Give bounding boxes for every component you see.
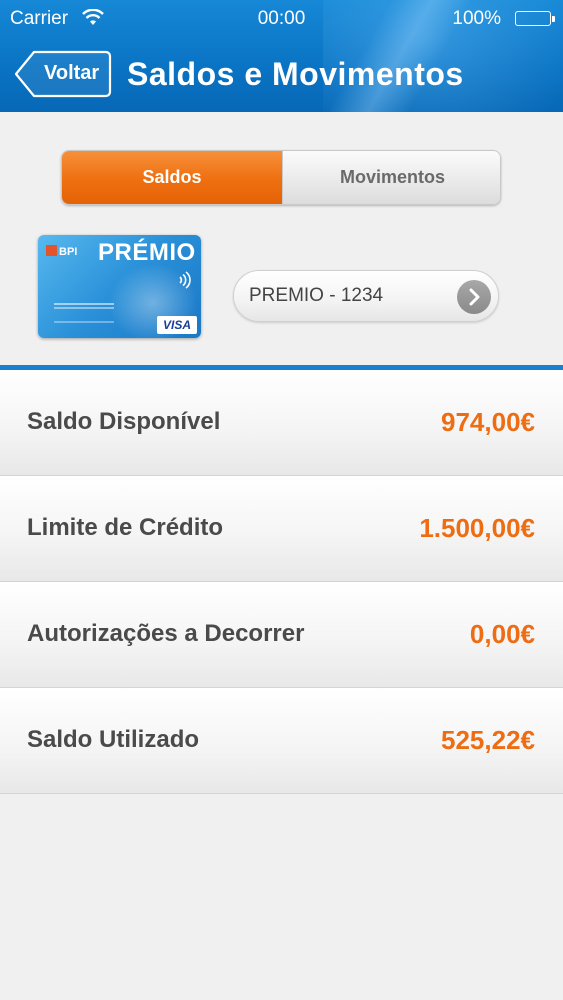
- account-selector-value: PREMIO - 1234: [249, 285, 384, 306]
- visa-logo: VISA: [156, 316, 197, 334]
- balance-value: 525,22€: [441, 725, 535, 755]
- balance-row-saldo-utilizado: Saldo Utilizado 525,22€: [0, 688, 563, 794]
- battery-icon: [515, 11, 555, 26]
- balance-label: Saldo Utilizado: [27, 726, 200, 753]
- back-button-label: Voltar: [44, 62, 100, 84]
- back-button[interactable]: Voltar: [14, 50, 112, 98]
- balance-label: Saldo Disponível: [27, 408, 221, 435]
- account-selector[interactable]: PREMIO - 1234: [233, 270, 499, 322]
- view-segmented-control: Saldos Movimentos: [61, 150, 501, 205]
- card-image: BPI PRÉMIO VISA: [38, 235, 201, 338]
- app-header: Carrier 00:00 100% Voltar Saldos e Movim…: [0, 0, 563, 112]
- chevron-right-icon: [457, 280, 491, 314]
- tab-saldos[interactable]: Saldos: [62, 151, 282, 204]
- contactless-icon: [179, 271, 191, 289]
- balance-row-autorizacoes: Autorizações a Decorrer 0,00€: [0, 582, 563, 688]
- page-title: Saldos e Movimentos: [127, 56, 464, 92]
- bank-logo: BPI: [46, 245, 77, 258]
- battery-percentage: 100%: [452, 8, 501, 29]
- status-bar: Carrier 00:00 100%: [0, 0, 563, 38]
- balance-row-saldo-disponivel: Saldo Disponível 974,00€: [0, 370, 563, 476]
- balance-value: 0,00€: [469, 619, 535, 649]
- balance-list: Saldo Disponível 974,00€ Limite de Crédi…: [0, 370, 563, 794]
- tab-movimentos[interactable]: Movimentos: [282, 151, 500, 204]
- balance-value: 974,00€: [441, 407, 535, 437]
- card-name: PRÉMIO: [98, 239, 196, 266]
- balance-label: Limite de Crédito: [27, 514, 224, 541]
- balance-row-limite-credito: Limite de Crédito 1.500,00€: [0, 476, 563, 582]
- balance-value: 1.500,00€: [419, 513, 535, 543]
- balance-label: Autorizações a Decorrer: [27, 620, 305, 647]
